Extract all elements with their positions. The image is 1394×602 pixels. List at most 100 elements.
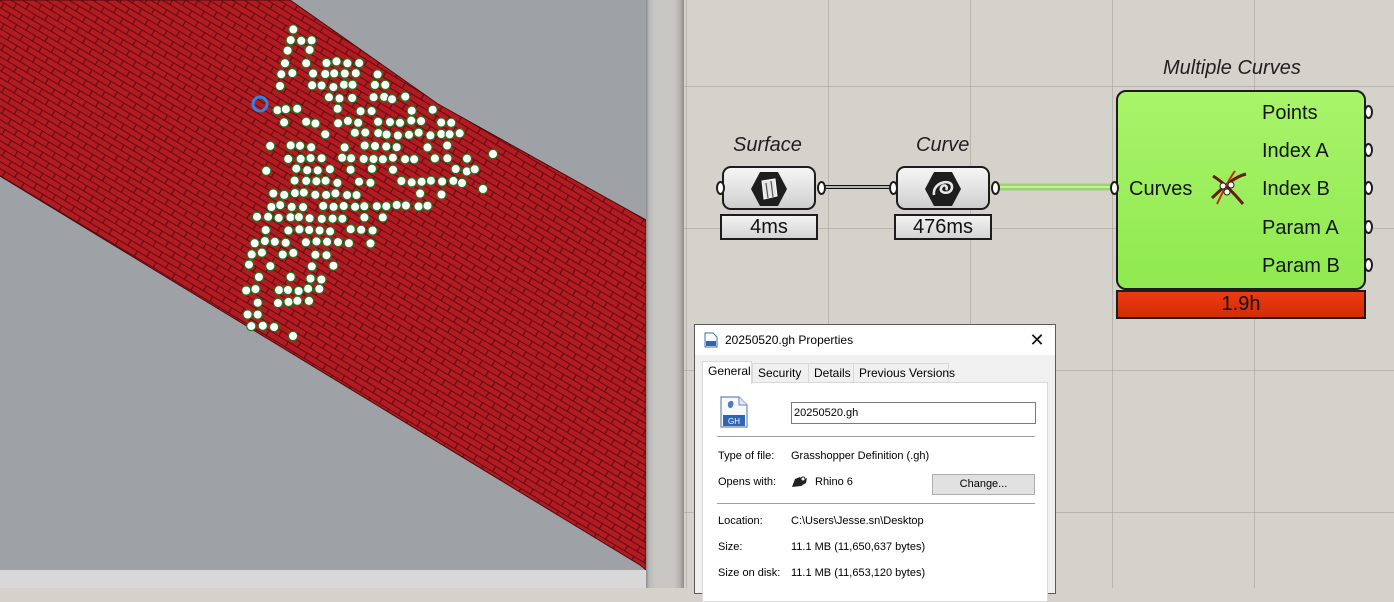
intersection-point [297, 201, 309, 213]
intersection-point [302, 283, 314, 294]
size-value: 11.1 MB (11,650,637 bytes) [791, 541, 926, 553]
intersection-point [332, 177, 343, 189]
intersection-point [369, 140, 381, 152]
intersection-point [387, 152, 399, 163]
intersection-point [280, 237, 291, 248]
surface-param-node[interactable] [722, 166, 816, 210]
intersection-point [253, 271, 265, 283]
intersection-point [242, 309, 253, 320]
index-b-output-port[interactable] [1364, 181, 1373, 195]
size-label: Size: [718, 541, 743, 553]
intersection-point [283, 296, 294, 308]
curves-input-port[interactable] [1110, 181, 1119, 195]
intersection-point [391, 141, 402, 153]
intersection-point [355, 105, 366, 117]
intersection-point [278, 117, 290, 128]
intersection-point [249, 238, 260, 249]
intersection-point [359, 140, 370, 151]
intersection-point [356, 224, 367, 235]
curve-input-port[interactable] [889, 181, 898, 195]
intersection-point [336, 152, 348, 163]
intersection-point [341, 189, 353, 201]
dialog-titlebar[interactable]: 20250520.gh Properties ✕ [695, 325, 1055, 355]
intersection-point [266, 201, 277, 213]
close-icon[interactable]: ✕ [1025, 328, 1049, 352]
intersection-point [345, 223, 356, 235]
intersection-point [332, 236, 344, 248]
tab-previous-versions[interactable]: Previous Versions [853, 363, 955, 383]
intersection-point [454, 128, 465, 139]
intersection-point [321, 57, 332, 69]
tab-security[interactable]: Security [752, 363, 809, 383]
intersection-point [295, 153, 306, 165]
change-button[interactable]: Change... [932, 474, 1035, 495]
rhino-viewport[interactable] [0, 0, 646, 588]
intersection-point [365, 238, 376, 249]
intersection-point [436, 189, 447, 200]
intersection-point [246, 249, 257, 260]
curve-param-node[interactable] [896, 166, 990, 210]
intersection-point [289, 175, 300, 186]
curve-param-icon [925, 172, 961, 206]
intersection-point [399, 153, 411, 165]
intersection-point [377, 154, 389, 165]
intersection-point [305, 152, 316, 164]
intersection-point [328, 201, 339, 212]
curve-timer: 476ms [894, 214, 992, 240]
intersection-point [422, 200, 433, 211]
type-of-file-value: Grasshopper Definition (.gh) [791, 450, 930, 462]
tab-details[interactable]: Details [808, 363, 854, 383]
intersection-point [265, 260, 276, 272]
intersection-point [257, 320, 268, 331]
intersection-point [321, 236, 333, 247]
intersection-point [316, 274, 327, 285]
intersection-point [311, 236, 322, 247]
intersection-point [288, 247, 299, 259]
intersection-point [353, 117, 364, 129]
curve-output-port[interactable] [991, 181, 1000, 195]
index-a-output-port[interactable] [1364, 143, 1373, 157]
intersection-point [331, 56, 342, 67]
intersection-point [272, 104, 283, 116]
intersection-point [461, 153, 473, 164]
param-a-output-port[interactable] [1364, 220, 1373, 234]
location-value: C:\Users\Jesse.sn\Desktop [791, 515, 924, 527]
intersection-point [285, 34, 296, 46]
intersection-point [369, 79, 381, 91]
intersection-point [349, 127, 361, 138]
panel-splitter[interactable] [646, 0, 684, 588]
location-label: Location: [718, 515, 763, 527]
intersection-point [359, 212, 370, 223]
output-index-b-label: Index B [1262, 178, 1330, 200]
intersection-point [279, 189, 290, 201]
intersection-point [354, 57, 365, 69]
intersection-point [372, 69, 383, 80]
intersection-point [307, 68, 319, 79]
intersection-point [304, 213, 315, 224]
intersection-point [345, 164, 356, 175]
points-output-port[interactable] [1364, 105, 1373, 119]
size-on-disk-value: 11.1 MB (11,653,120 bytes) [791, 567, 926, 579]
intersection-point [406, 115, 417, 126]
intersection-point [425, 130, 436, 141]
param-b-output-port[interactable] [1364, 258, 1373, 272]
intersection-point [332, 103, 343, 115]
intersection-point [345, 153, 357, 164]
intersection-point [240, 285, 252, 296]
tab-general[interactable]: General [702, 361, 752, 384]
intersection-point [286, 201, 297, 213]
filename-field[interactable] [791, 402, 1036, 424]
curves-input-label: Curves [1129, 178, 1193, 200]
viewport-scrollbar[interactable] [0, 570, 646, 588]
intersection-point [448, 175, 459, 187]
surface-output-port[interactable] [817, 181, 826, 195]
intersection-point [318, 200, 329, 212]
intersection-point [314, 225, 325, 236]
intersection-point [282, 45, 293, 56]
multiple-curves-component[interactable]: Curves Points Index A Index B Param A Pa… [1116, 90, 1366, 290]
surface-input-port[interactable] [716, 181, 725, 195]
intersection-point [296, 35, 307, 47]
intersection-point [312, 165, 323, 176]
intersection-point [304, 224, 315, 236]
intersection-point [413, 201, 424, 212]
